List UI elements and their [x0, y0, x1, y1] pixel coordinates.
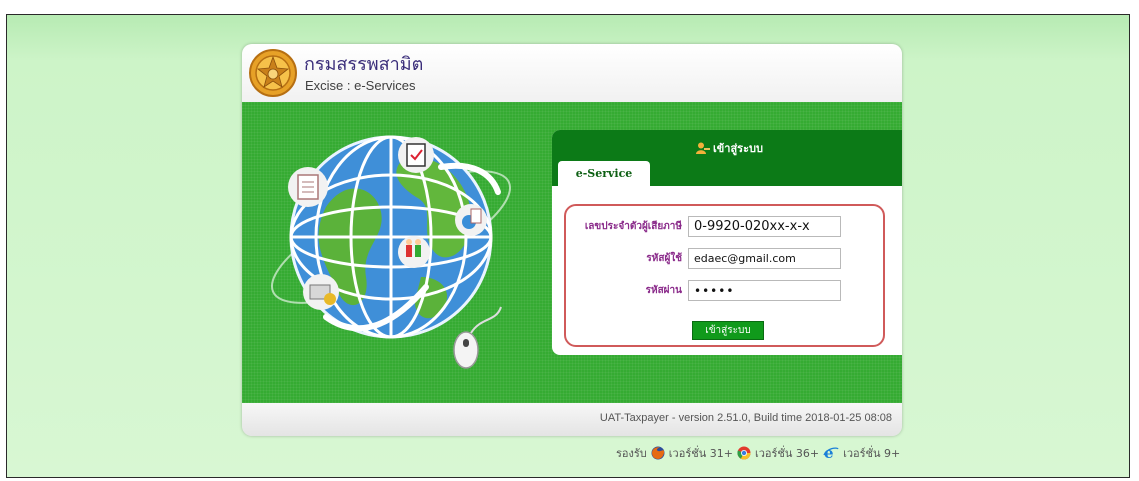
checklist-icon	[398, 137, 434, 173]
taxpayer-id-field[interactable]: 0-9920-020xx-x-x	[688, 216, 841, 237]
login-card: กรมสรรพสามิต Excise : e-Services เข้าสู่…	[242, 44, 902, 436]
card-body: เข้าสู่ระบบ e-Service เลขประจำตัวผู้เสีย…	[242, 102, 902, 403]
taxpayer-id-row: เลขประจำตัวผู้เสียภาษี 0-9920-020xx-x-x	[566, 216, 841, 237]
document-icon	[288, 167, 328, 207]
browser-support: รองรับ เวอร์ชั่น 31+ เวอร์ชั่น 36+ e เวอ…	[616, 444, 900, 462]
user-key-icon	[696, 142, 710, 154]
login-panel: เข้าสู่ระบบ e-Service เลขประจำตัวผู้เสีย…	[552, 130, 902, 355]
login-submit-button[interactable]: เข้าสู่ระบบ	[692, 321, 764, 340]
tab-e-service[interactable]: e-Service	[558, 161, 650, 186]
username-row: รหัสผู้ใช้ edaec@gmail.com	[566, 248, 841, 269]
card-header: กรมสรรพสามิต Excise : e-Services	[242, 44, 902, 102]
chrome-version: เวอร์ชั่น 36+	[754, 447, 820, 460]
login-panel-header: เข้าสู่ระบบ e-Service	[552, 130, 902, 186]
login-title: เข้าสู่ระบบ	[696, 139, 763, 157]
excise-seal-logo	[249, 49, 297, 97]
password-label: รหัสผ่าน	[645, 285, 682, 296]
login-title-text: เข้าสู่ระบบ	[713, 142, 763, 155]
firefox-icon	[651, 446, 665, 460]
card-footer: UAT-Taxpayer - version 2.51.0, Build tim…	[242, 403, 902, 436]
org-name-thai: กรมสรรพสามิต	[304, 54, 424, 75]
username-label: รหัสผู้ใช้	[646, 253, 682, 264]
people-icon	[398, 236, 430, 268]
firefox-version: เวอร์ชั่น 31+	[668, 447, 733, 460]
taxpayer-id-label: เลขประจำตัวผู้เสียภาษี	[584, 221, 682, 232]
chrome-icon	[737, 446, 751, 460]
bank-icon	[303, 274, 339, 310]
password-field[interactable]: •••••	[688, 280, 841, 301]
version-text: UAT-Taxpayer - version 2.51.0, Build tim…	[599, 412, 892, 424]
ie-version: เวอร์ชั่น 9+	[843, 447, 901, 460]
ie-icon: e	[823, 446, 839, 460]
support-label: รองรับ	[616, 447, 647, 460]
mouse-icon	[453, 306, 502, 369]
org-name-english: Excise : e-Services	[305, 78, 416, 93]
username-field[interactable]: edaec@gmail.com	[688, 248, 841, 269]
globe-illustration	[270, 135, 512, 369]
login-form: เลขประจำตัวผู้เสียภาษี 0-9920-020xx-x-x …	[564, 204, 885, 347]
password-row: รหัสผ่าน •••••	[566, 280, 841, 301]
globe-document-icon	[455, 204, 487, 236]
